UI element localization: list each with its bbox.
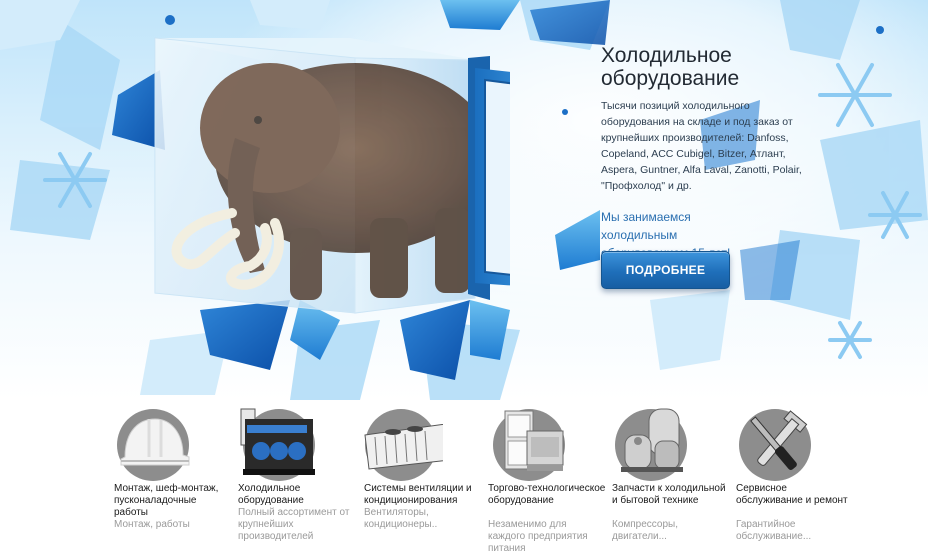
category-title: Запчасти к холодильной и бытовой технике — [612, 483, 726, 506]
category-title: Монтаж, шеф-монтаж, пусконаладочные рабо… — [114, 483, 219, 518]
hero-title: Холодильное оборудование — [601, 44, 841, 90]
category-subtitle: Незаменимо для каждого предприятия питан… — [488, 519, 588, 554]
category-title: Торгово-технологическое оборудование — [488, 483, 606, 506]
category-item-ventilation[interactable]: Системы вентиляции и кондиционирования В… — [360, 405, 480, 560]
category-item-service[interactable]: Сервисное обслуживание и ремонт Гарантий… — [732, 405, 852, 560]
compressor-icon — [615, 408, 687, 481]
refrigeration-unit-icon — [240, 408, 315, 481]
category-subtitle: Монтаж, работы — [114, 519, 190, 530]
category-item-spare-parts[interactable]: Запчасти к холодильной и бытовой технике… — [608, 405, 728, 560]
category-title: Системы вентиляции и кондиционирования — [364, 483, 472, 506]
category-subtitle: Компрессоры, двигатели... — [612, 519, 679, 542]
category-title: Сервисное обслуживание и ремонт — [736, 483, 848, 506]
helmet-icon — [117, 409, 190, 481]
category-subtitle: Вентиляторы, кондиционеры.. — [364, 507, 438, 530]
more-button[interactable]: ПОДРОБНЕЕ — [601, 251, 730, 289]
category-title: Холодильное оборудование — [238, 483, 304, 506]
ventilation-unit-icon — [364, 409, 443, 481]
hero-description: Тысячи позиций холодильного оборудования… — [601, 100, 802, 192]
category-list: Монтаж, шеф-монтаж, пусконаладочные рабо… — [110, 405, 928, 560]
category-subtitle: Гарантийное обслуживание... — [736, 519, 812, 542]
hero-banner: Холодильное оборудование Тысячи позиций … — [0, 0, 928, 400]
category-subtitle: Полный ассортимент от крупнейших произво… — [238, 507, 350, 542]
tools-icon — [739, 409, 811, 481]
kitchen-equipment-icon — [493, 409, 565, 481]
cold-room-mammoth-image — [154, 37, 510, 314]
category-item-installation[interactable]: Монтаж, шеф-монтаж, пусконаладочные рабо… — [110, 405, 230, 560]
hero-title-line2: оборудование — [601, 67, 740, 90]
hero-title-line1: Холодильное — [601, 44, 732, 67]
category-item-trade-equipment[interactable]: Торгово-технологическое оборудование Нез… — [484, 405, 606, 560]
category-item-refrigeration[interactable]: Холодильное оборудование Полный ассортим… — [234, 405, 354, 560]
